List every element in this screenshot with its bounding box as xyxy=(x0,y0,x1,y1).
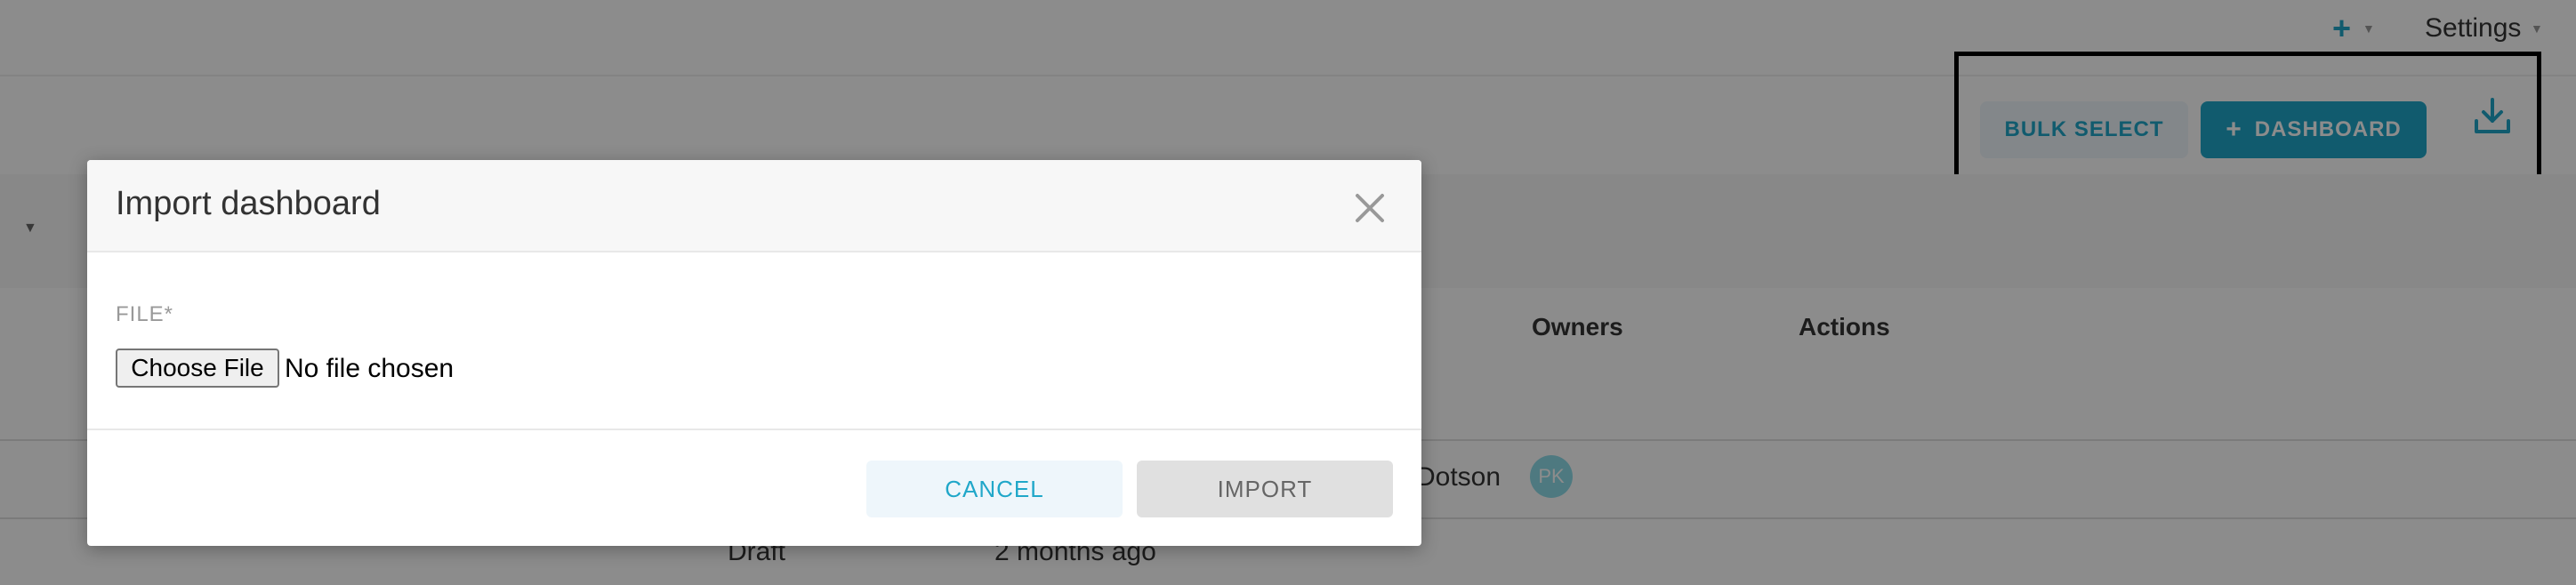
app-root: + ▼ Settings ▼ BULK SELECT + DASHBOARD ▼ … xyxy=(0,0,2576,585)
file-status-text: No file chosen xyxy=(285,354,455,383)
modal-divider xyxy=(87,429,1421,430)
import-dashboard-modal: Import dashboard FILE* Choose File No fi… xyxy=(87,160,1421,546)
modal-header: Import dashboard xyxy=(87,160,1421,252)
choose-file-button[interactable]: Choose File xyxy=(116,349,279,388)
close-icon[interactable] xyxy=(1350,188,1389,228)
cancel-button[interactable]: CANCEL xyxy=(866,461,1123,517)
import-button[interactable]: IMPORT xyxy=(1137,461,1393,517)
file-field-label: FILE* xyxy=(116,302,174,326)
modal-title: Import dashboard xyxy=(116,185,381,222)
